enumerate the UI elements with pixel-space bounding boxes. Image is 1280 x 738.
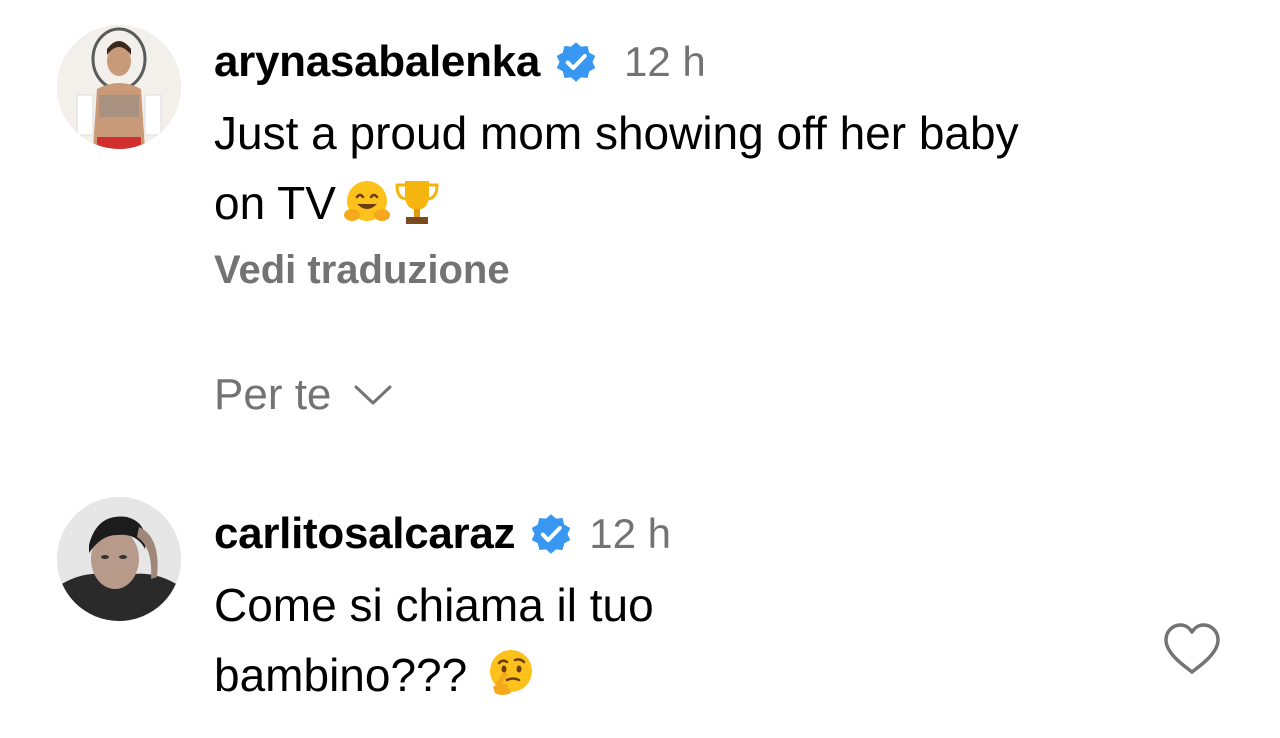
comment-timestamp: 12 h (624, 38, 706, 85)
like-button[interactable] (1162, 622, 1222, 676)
heart-outline-icon (1164, 623, 1220, 674)
verified-badge-icon (554, 40, 598, 84)
comment-username[interactable]: carlitosalcaraz (214, 512, 516, 556)
comment-username[interactable]: arynasabalenka (214, 40, 540, 84)
comment-text-content: Come si chiama il tuo bambino??? (214, 579, 654, 701)
comment-text-content: Just a proud mom showing off her baby on… (214, 107, 1019, 229)
avatar[interactable] (57, 497, 181, 621)
filter-label: Per te (214, 370, 332, 419)
hugging-face-icon (342, 176, 392, 246)
comment-text: Come si chiama il tuo bambino??? (214, 570, 671, 718)
chevron-down-icon (354, 385, 392, 405)
avatar[interactable] (57, 25, 181, 149)
trophy-icon (394, 176, 440, 246)
thinking-face-icon (485, 647, 537, 718)
verified-badge-icon (529, 512, 573, 556)
comment-timestamp: 12 h (589, 510, 671, 557)
see-translation-link[interactable]: Vedi traduzione (214, 250, 1019, 290)
comment-text: Just a proud mom showing off her baby on… (214, 98, 1019, 246)
comments-filter-dropdown[interactable]: Per te (214, 370, 393, 420)
